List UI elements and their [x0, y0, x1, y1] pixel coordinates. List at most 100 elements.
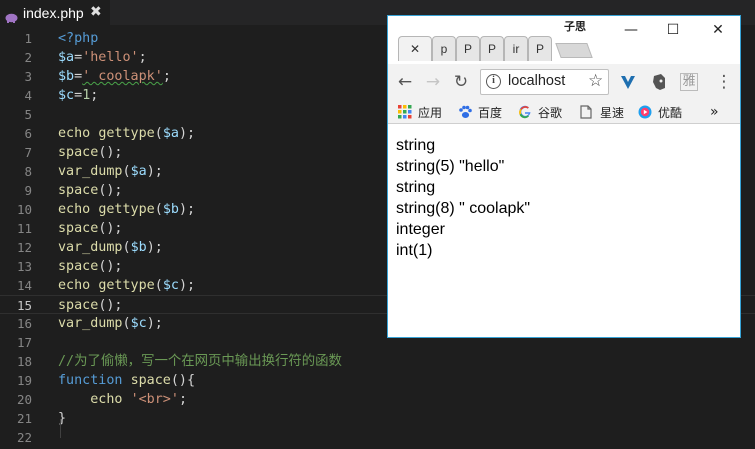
code-token: (); — [98, 183, 123, 198]
ya-extension-icon[interactable]: 雅 — [680, 73, 698, 91]
code-text: echo gettype($b); — [58, 200, 195, 219]
code-token: ( — [154, 126, 163, 141]
bookmark-label: 星速 — [600, 105, 625, 120]
code-token: '<br>' — [130, 392, 179, 407]
profile-name[interactable]: 子思 — [564, 18, 586, 34]
back-icon[interactable]: ← — [394, 71, 416, 93]
reload-icon[interactable]: ↻ — [450, 71, 472, 93]
code-token: $a — [162, 126, 179, 141]
code-line[interactable]: 21} — [0, 409, 755, 428]
line-number: 8 — [24, 164, 32, 179]
bookmark-item[interactable]: 谷歌 — [518, 103, 562, 121]
bookmarks-bar: 应用 百度 谷歌 星速 优酷 » — [388, 100, 740, 124]
code-token: var_dump — [58, 164, 123, 179]
bookmark-star-icon[interactable]: ☆ — [588, 71, 603, 91]
new-tab-button[interactable] — [555, 43, 593, 58]
code-token: ( — [122, 316, 131, 331]
output-line: string — [396, 179, 436, 196]
close-window-icon[interactable]: ✕ — [703, 19, 733, 41]
browser-tab[interactable]: ir — [504, 36, 528, 61]
line-number: 9 — [24, 183, 32, 198]
page-content: string string(5) "hello" string string(8) "… — [388, 125, 740, 337]
line-number: 3 — [24, 69, 32, 84]
line-number: 2 — [24, 50, 32, 65]
more-bookmarks-icon[interactable]: » — [710, 103, 719, 121]
code-token: ); — [178, 126, 196, 141]
baidu-paw-icon — [458, 105, 472, 119]
code-text: space(); — [58, 143, 123, 162]
code-token: //为了偷懒，写一个在网页中输出换行符的函数 — [58, 354, 342, 369]
line-number: 15 — [16, 298, 32, 313]
bookmark-item[interactable]: 百度 — [458, 103, 502, 121]
code-line[interactable]: 18 //为了偷懒，写一个在网页中输出换行符的函数 — [0, 352, 755, 371]
editor-tab-title: index.php — [23, 4, 84, 21]
code-line[interactable]: 19 function space(){ — [0, 371, 755, 390]
code-token: $c — [130, 316, 147, 331]
line-number: 19 — [16, 373, 32, 388]
code-token: $a — [58, 50, 75, 65]
bookmark-item[interactable]: 星速 — [580, 103, 624, 121]
code-text: <?php — [58, 29, 98, 48]
line-number: 1 — [24, 31, 32, 46]
code-token: <?php — [58, 31, 99, 46]
code-token: function — [58, 373, 131, 388]
code-token: ; — [162, 69, 171, 84]
code-text: space(); — [58, 257, 123, 276]
line-number: 20 — [16, 392, 32, 407]
code-token: var_dump — [58, 316, 123, 331]
bookmark-item[interactable]: 应用 — [398, 103, 442, 121]
browser-tab[interactable]: P — [528, 36, 552, 61]
code-token: space — [130, 373, 171, 388]
bookmark-label: 应用 — [418, 105, 443, 120]
close-icon[interactable]: ✖ — [90, 3, 102, 21]
code-text: var_dump($b); — [58, 238, 163, 257]
page-icon — [580, 105, 594, 119]
code-token: ; — [178, 392, 187, 407]
browser-window: ✕ p P Pir P 子思 — ☐ ✕ ← → ↻ i localhost ☆ 雅 ⋮… — [387, 15, 741, 338]
menu-icon[interactable]: ⋮ — [713, 71, 735, 93]
code-token: $b — [130, 240, 147, 255]
line-number: 12 — [16, 240, 32, 255]
output-line: string(5) "hello" — [396, 158, 505, 175]
code-token: $a — [130, 164, 147, 179]
url-text[interactable]: localhost — [508, 73, 565, 89]
browser-tab[interactable]: p — [432, 36, 456, 61]
code-text: //为了偷懒，写一个在网页中输出换行符的函数 — [58, 352, 342, 371]
code-token: $c — [162, 278, 179, 293]
code-line[interactable]: 22 — [0, 428, 755, 447]
code-line[interactable]: 20 echo '<br>'; — [0, 390, 755, 409]
browser-tab-active[interactable]: ✕ — [398, 36, 432, 61]
vivaldi-v-icon[interactable] — [617, 71, 639, 93]
line-number: 13 — [16, 259, 32, 274]
maximize-icon[interactable]: ☐ — [658, 19, 688, 41]
forward-icon[interactable]: → — [422, 71, 444, 93]
code-token: = — [74, 88, 83, 103]
address-bar[interactable]: i localhost ☆ — [480, 69, 609, 95]
line-number: 21 — [16, 411, 32, 426]
code-token: space — [58, 145, 99, 160]
evernote-icon[interactable] — [648, 71, 670, 93]
info-icon[interactable]: i — [486, 74, 501, 89]
browser-tab[interactable]: P — [480, 36, 504, 61]
code-token: gettype — [98, 126, 155, 141]
output-line: int(1) — [396, 242, 433, 259]
bookmark-item[interactable]: 优酷 — [638, 103, 682, 121]
output-line: string — [396, 137, 436, 154]
code-token: echo — [58, 126, 99, 141]
bookmark-label: 百度 — [478, 105, 503, 120]
code-token: $c — [58, 88, 75, 103]
minimize-icon[interactable]: — — [616, 19, 646, 41]
code-token: ( — [122, 164, 131, 179]
line-number: 5 — [24, 107, 32, 122]
code-token: = — [74, 69, 83, 84]
code-text: space(); — [58, 219, 123, 238]
browser-tab[interactable]: P — [456, 36, 480, 61]
output-line: string(8) " coolapk" — [396, 200, 531, 217]
youku-icon — [638, 105, 652, 119]
line-number: 16 — [16, 316, 32, 331]
code-token: = — [74, 50, 83, 65]
code-token: gettype — [98, 278, 155, 293]
editor-tab-index-php[interactable]: index.php ✖ — [0, 0, 110, 25]
line-number: 22 — [16, 430, 32, 445]
code-token: 'hello' — [82, 50, 139, 65]
